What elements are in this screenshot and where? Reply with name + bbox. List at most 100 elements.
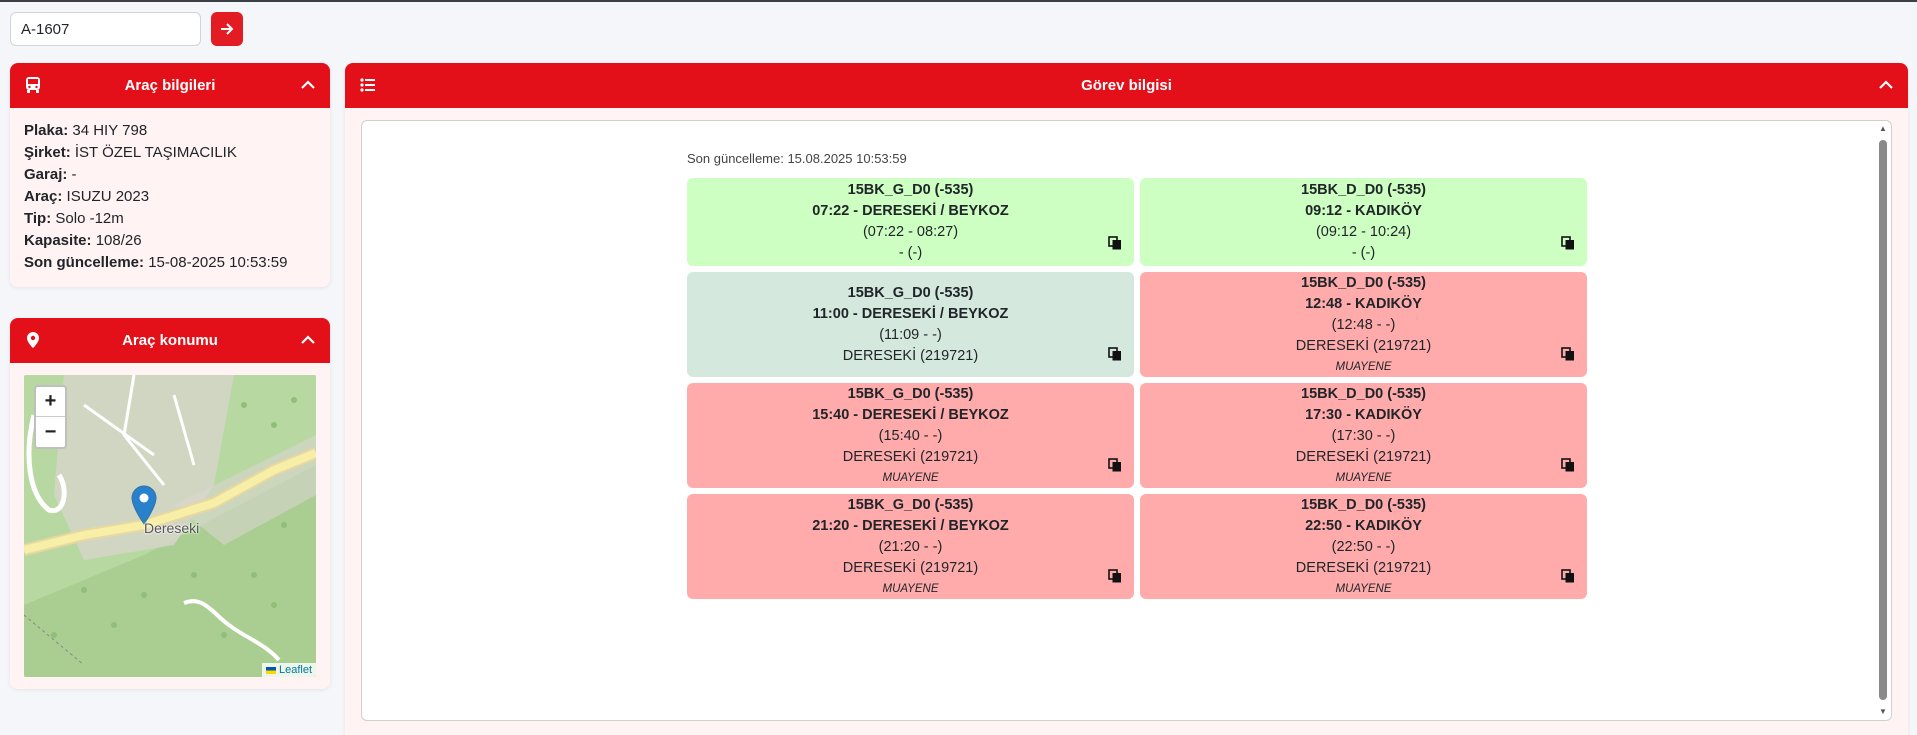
duty-note: MUAYENE	[1335, 360, 1392, 373]
duty-time: (21:20 - -)	[878, 538, 943, 555]
duty-time: (15:40 - -)	[878, 427, 943, 444]
duty-place: DERESEKİ (219721)	[1295, 559, 1432, 576]
vehicle-field-label: Plaka:	[24, 122, 69, 139]
vehicle-field-value: 108/26	[95, 232, 142, 249]
vehicle-field-value: -	[71, 166, 77, 183]
duty-grid: 15BK_G_D0 (-535) 07:22 - DERESEKİ / BEYKO…	[687, 178, 1587, 605]
task-panel: Son güncelleme: 15.08.2025 10:53:59 15BK…	[361, 120, 1892, 721]
duty-card[interactable]: 15BK_G_D0 (-535) 21:20 - DERESEKİ / BEYKO…	[687, 494, 1134, 599]
duty-place: DERESEKİ (219721)	[842, 448, 979, 465]
duty-card[interactable]: 15BK_D_D0 (-535) 09:12 - KADIKÖY (09:12 - …	[1140, 178, 1587, 266]
copy-icon[interactable]	[1108, 236, 1122, 250]
vehicle-location-header[interactable]: Araç konumu	[10, 318, 330, 363]
vehicle-info-body: Plaka: 34 HIY 798 Şirket: İST ÖZEL TAŞIMA…	[10, 108, 330, 287]
duty-code: 15BK_G_D0 (-535)	[847, 284, 974, 301]
vehicle-info-header[interactable]: Araç bilgileri	[10, 63, 330, 108]
task-info-header[interactable]: Görev bilgisi	[345, 63, 1908, 108]
duty-time: (07:22 - 08:27)	[862, 224, 959, 240]
map[interactable]: + − Dereseki Leaflet	[24, 375, 316, 677]
bus-icon	[26, 77, 40, 93]
vehicle-location-body: + − Dereseki Leaflet	[10, 363, 330, 689]
duty-row: 15BK_G_D0 (-535) 15:40 - DERESEKİ / BEYKO…	[687, 383, 1587, 488]
duty-note: MUAYENE	[1335, 582, 1392, 595]
vehicle-field-label: Garaj:	[24, 166, 68, 183]
duty-place: DERESEKİ (219721)	[842, 347, 979, 364]
map-marker-icon[interactable]	[131, 485, 157, 525]
flag-icon	[265, 666, 276, 674]
duty-card[interactable]: 15BK_D_D0 (-535) 22:50 - KADIKÖY (22:50 - …	[1140, 494, 1587, 599]
duty-place: DERESEKİ (219721)	[842, 559, 979, 576]
copy-icon[interactable]	[1561, 347, 1575, 361]
zoom-out-button[interactable]: −	[36, 417, 65, 447]
duty-row: 15BK_G_D0 (-535) 11:00 - DERESEKİ / BEYKO…	[687, 272, 1587, 377]
scroll-thumb[interactable]	[1879, 140, 1887, 700]
leaflet-attribution[interactable]: Leaflet	[261, 663, 316, 677]
duty-note: MUAYENE	[882, 471, 939, 484]
copy-icon[interactable]	[1108, 458, 1122, 472]
list-icon	[360, 78, 375, 92]
duty-time: (12:48 - -)	[1331, 316, 1396, 333]
copy-icon[interactable]	[1561, 569, 1575, 583]
duty-code: 15BK_D_D0 (-535)	[1301, 274, 1426, 291]
copy-icon[interactable]	[1108, 347, 1122, 361]
vehicle-location-card: Araç konumu + − Dereseki Leaflet	[10, 318, 330, 689]
duty-card[interactable]: 15BK_G_D0 (-535) 15:40 - DERESEKİ / BEYKO…	[687, 383, 1134, 488]
vehicle-search-input[interactable]	[10, 12, 201, 46]
scrollbar[interactable]: ▲ ▼	[1878, 124, 1888, 717]
duty-code: 15BK_D_D0 (-535)	[1301, 385, 1426, 402]
vehicle-field-row: Tip: Solo -12m	[24, 208, 316, 230]
vehicle-field-value: ISUZU 2023	[66, 188, 150, 205]
vehicle-field-value: 34 HIY 798	[72, 122, 148, 139]
duty-route: 21:20 - DERESEKİ / BEYKOZ	[812, 517, 1009, 534]
duty-code: 15BK_G_D0 (-535)	[847, 496, 974, 513]
duty-note: MUAYENE	[882, 582, 939, 595]
duty-card[interactable]: 15BK_D_D0 (-535) 17:30 - KADIKÖY (17:30 - …	[1140, 383, 1587, 488]
vehicle-info-title: Araç bilgileri	[124, 77, 216, 94]
scroll-down-icon[interactable]: ▼	[1878, 707, 1888, 717]
duty-route: 11:00 - DERESEKİ / BEYKOZ	[812, 305, 1009, 322]
go-button[interactable]	[211, 12, 243, 46]
duty-code: 15BK_G_D0 (-535)	[847, 182, 974, 198]
vehicle-field-label: Tip:	[24, 210, 52, 227]
duty-route: 09:12 - KADIKÖY	[1305, 203, 1422, 219]
copy-icon[interactable]	[1561, 458, 1575, 472]
duty-route: 22:50 - KADIKÖY	[1305, 517, 1422, 534]
vehicle-field-label: Araç:	[24, 188, 63, 205]
chevron-up-icon[interactable]	[1878, 77, 1894, 93]
scroll-up-icon[interactable]: ▲	[1878, 124, 1888, 134]
chevron-up-icon[interactable]	[300, 332, 316, 348]
duty-row: 15BK_G_D0 (-535) 21:20 - DERESEKİ / BEYKO…	[687, 494, 1587, 599]
vehicle-field-value: 15-08-2025 10:53:59	[148, 254, 288, 271]
duty-place: - (-)	[898, 245, 923, 261]
task-info-body: Son güncelleme: 15.08.2025 10:53:59 15BK…	[345, 108, 1908, 735]
arrow-right-icon	[221, 23, 234, 35]
duty-route: 17:30 - KADIKÖY	[1305, 406, 1422, 423]
task-info-title: Görev bilgisi	[1081, 77, 1172, 94]
duty-row: 15BK_G_D0 (-535) 07:22 - DERESEKİ / BEYKO…	[687, 178, 1587, 266]
duty-place: DERESEKİ (219721)	[1295, 337, 1432, 354]
vehicle-field-label: Son güncelleme:	[24, 254, 145, 271]
duty-note: MUAYENE	[1335, 471, 1392, 484]
duty-card[interactable]: 15BK_G_D0 (-535) 11:00 - DERESEKİ / BEYKO…	[687, 272, 1134, 377]
copy-icon[interactable]	[1108, 569, 1122, 583]
zoom-in-button[interactable]: +	[36, 387, 65, 417]
last-update-text: Son güncelleme: 15.08.2025 10:53:59	[687, 151, 907, 166]
duty-card[interactable]: 15BK_D_D0 (-535) 12:48 - KADIKÖY (12:48 - …	[1140, 272, 1587, 377]
duty-code: 15BK_G_D0 (-535)	[847, 385, 974, 402]
chevron-up-icon[interactable]	[300, 77, 316, 93]
duty-route: 15:40 - DERESEKİ / BEYKOZ	[812, 406, 1009, 423]
zoom-control: + −	[34, 385, 67, 449]
vehicle-field-row: Plaka: 34 HIY 798	[24, 120, 316, 142]
search-row	[10, 12, 243, 46]
copy-icon[interactable]	[1561, 236, 1575, 250]
duty-card[interactable]: 15BK_G_D0 (-535) 07:22 - DERESEKİ / BEYKO…	[687, 178, 1134, 266]
vehicle-field-row: Garaj: -	[24, 164, 316, 186]
duty-time: (09:12 - 10:24)	[1315, 224, 1412, 240]
attribution-link[interactable]: Leaflet	[279, 664, 312, 676]
duty-code: 15BK_D_D0 (-535)	[1301, 182, 1426, 198]
vehicle-field-row: Kapasite: 108/26	[24, 230, 316, 252]
vehicle-field-row: Araç: ISUZU 2023	[24, 186, 316, 208]
duty-time: (11:09 - -)	[879, 326, 942, 343]
task-info-card: Görev bilgisi Son güncelleme: 15.08.2025…	[345, 63, 1908, 735]
vehicle-field-row: Şirket: İST ÖZEL TAŞIMACILIK	[24, 142, 316, 164]
